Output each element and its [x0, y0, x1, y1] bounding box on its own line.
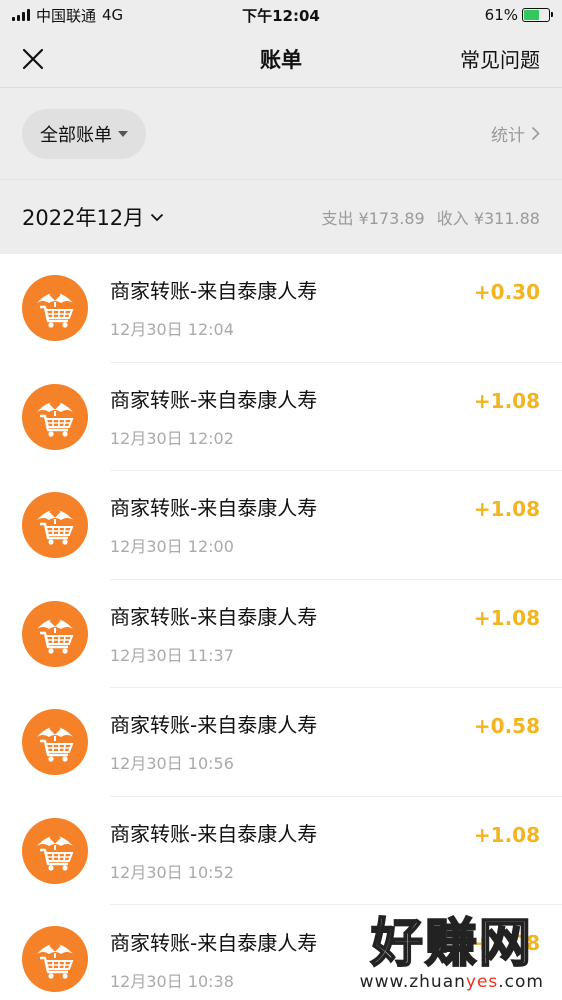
transaction-amount: +1.08 — [473, 605, 540, 630]
chevron-down-icon — [151, 213, 164, 221]
transaction-time: 12月30日 10:38 — [110, 971, 234, 991]
umbrella-cart-icon — [22, 709, 88, 776]
clock: 下午12:04 — [242, 6, 320, 25]
transaction-time: 12月30日 10:52 — [110, 862, 234, 882]
transaction-text: 商家转账-来自泰康人寿 12月30日 12:00 +1.08 — [110, 471, 562, 580]
umbrella-cart-icon — [22, 817, 88, 884]
transaction-time: 12月30日 12:02 — [110, 428, 234, 448]
network-type: 4G — [102, 6, 124, 24]
umbrella-cart-icon — [22, 492, 88, 559]
umbrella-cart-icon — [22, 275, 88, 342]
carrier: 中国联通 — [36, 6, 97, 25]
umbrella-cart-icon — [22, 600, 88, 667]
month-row: 2022年12月 支出 ¥173.89 收入 ¥311.88 — [0, 180, 562, 254]
bill-type-filter[interactable]: 全部账单 — [22, 108, 146, 159]
transaction-text: 商家转账-来自泰康人寿 12月30日 10:52 +1.08 — [110, 797, 562, 905]
transaction-text: 商家转账-来自泰康人寿 12月30日 11:37 +1.08 — [110, 580, 562, 688]
transaction-amount: +0.58 — [473, 714, 540, 738]
nav-bar: 账单 常见问题 — [0, 30, 562, 88]
status-right: 61% — [484, 6, 553, 24]
transaction-row[interactable]: 商家转账-来自泰康人寿 12月30日 12:04 +0.30 — [0, 254, 562, 363]
income-total: 收入 ¥311.88 — [436, 209, 540, 228]
expense-total: 支出 ¥173.89 — [321, 209, 425, 228]
transaction-amount: +1.08 — [473, 497, 540, 521]
battery-icon — [522, 8, 553, 22]
filter-row: 全部账单 统计 — [0, 88, 562, 180]
transaction-row[interactable]: 商家转账-来自泰康人寿 12月30日 12:00 +1.08 — [0, 471, 562, 580]
stats-link[interactable]: 统计 — [491, 121, 540, 146]
transaction-text: 商家转账-来自泰康人寿 12月30日 10:56 +0.58 — [110, 688, 562, 797]
transaction-amount: +0.30 — [473, 280, 540, 304]
transaction-amount: +1.08 — [473, 388, 540, 413]
transaction-amount: +1.08 — [473, 822, 540, 847]
caret-down-icon — [118, 130, 128, 137]
transaction-list: 商家转账-来自泰康人寿 12月30日 12:04 +0.30 商家转账-来自泰康… — [0, 254, 562, 1000]
month-label: 2022年12月 — [22, 206, 145, 230]
month-summary: 支出 ¥173.89 收入 ¥311.88 — [321, 205, 540, 229]
transaction-row[interactable]: 商家转账-来自泰康人寿 12月30日 10:52 +1.08 — [0, 797, 562, 905]
transaction-text: 商家转账-来自泰康人寿 12月30日 12:02 +1.08 — [110, 363, 562, 471]
transaction-row[interactable]: 商家转账-来自泰康人寿 12月30日 12:02 +1.08 — [0, 363, 562, 471]
transaction-row[interactable]: 商家转账-来自泰康人寿 12月30日 10:38 +1.08 — [0, 905, 562, 1000]
umbrella-cart-icon — [22, 383, 88, 450]
bill-type-label: 全部账单 — [40, 124, 112, 146]
transaction-row[interactable]: 商家转账-来自泰康人寿 12月30日 11:37 +1.08 — [0, 580, 562, 688]
transaction-time: 12月30日 12:04 — [110, 320, 234, 340]
chevron-right-icon — [531, 126, 540, 141]
status-bar: 中国联通 4G 下午12:04 61% — [0, 0, 562, 30]
status-left: 中国联通 4G — [12, 5, 123, 26]
transaction-text: 商家转账-来自泰康人寿 12月30日 10:38 +1.08 — [110, 905, 562, 1000]
transaction-row[interactable]: 商家转账-来自泰康人寿 12月30日 10:56 +0.58 — [0, 688, 562, 797]
transaction-time: 12月30日 12:00 — [110, 537, 234, 557]
signal-icon — [12, 9, 30, 21]
transaction-time: 12月30日 10:56 — [110, 754, 234, 774]
transaction-text: 商家转账-来自泰康人寿 12月30日 12:04 +0.30 — [110, 254, 562, 363]
stats-label: 统计 — [491, 126, 525, 146]
battery-percent: 61% — [484, 6, 518, 24]
close-icon[interactable] — [22, 48, 44, 70]
month-selector[interactable]: 2022年12月 — [22, 202, 164, 232]
umbrella-cart-icon — [22, 926, 88, 993]
transaction-amount: +1.08 — [473, 931, 540, 955]
transaction-time: 12月30日 11:37 — [110, 645, 234, 665]
faq-link[interactable]: 常见问题 — [460, 44, 540, 73]
page-title: 账单 — [260, 47, 302, 72]
